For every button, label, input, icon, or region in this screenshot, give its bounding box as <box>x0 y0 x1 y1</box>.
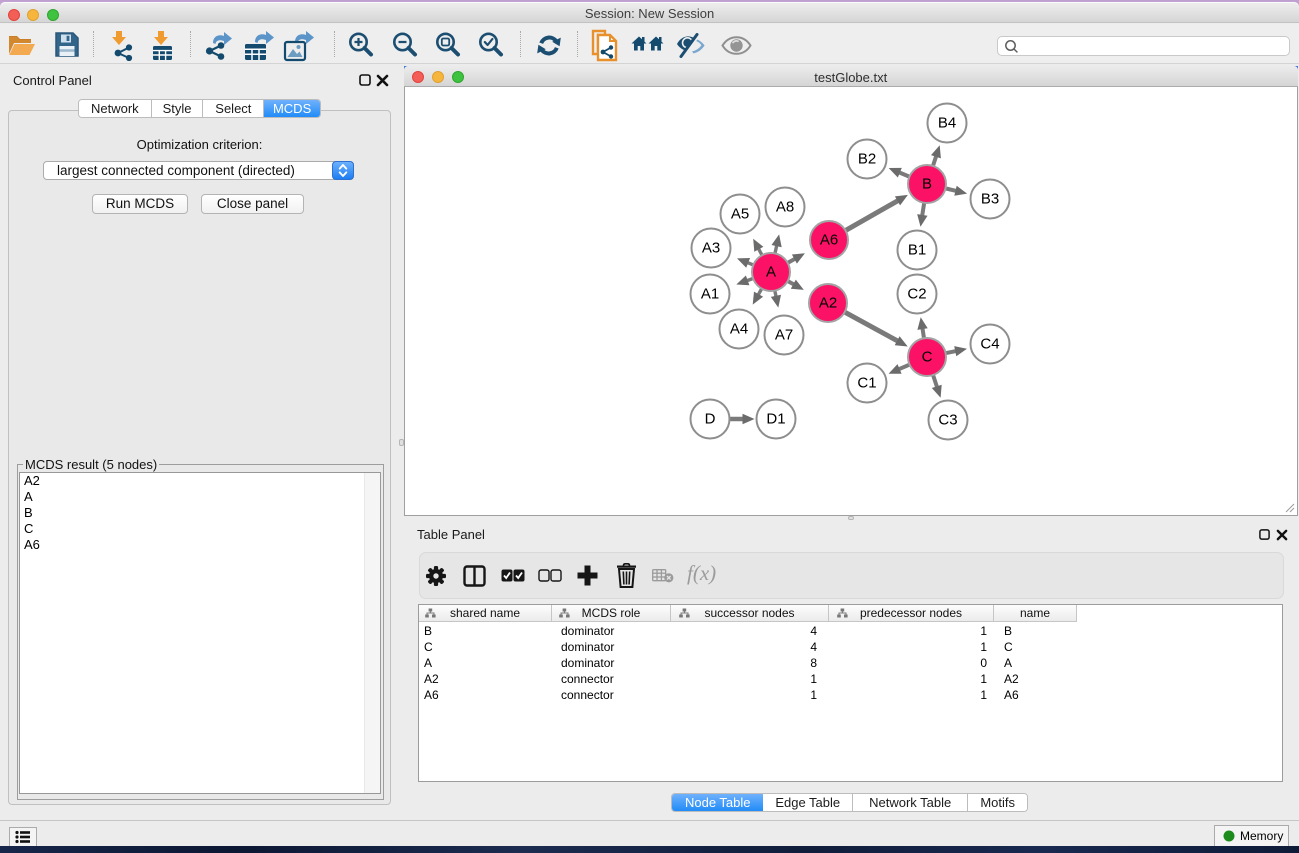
svg-text:B3: B3 <box>980 191 998 208</box>
svg-text:C4: C4 <box>980 336 999 353</box>
svg-text:C: C <box>921 349 932 366</box>
svg-text:B4: B4 <box>937 115 955 132</box>
svg-text:B2: B2 <box>857 151 875 168</box>
svg-text:A2: A2 <box>818 295 836 312</box>
svg-text:A6: A6 <box>819 232 837 249</box>
svg-text:A1: A1 <box>700 286 718 303</box>
svg-text:C3: C3 <box>938 412 957 429</box>
svg-text:A3: A3 <box>701 240 719 257</box>
svg-text:B: B <box>921 176 931 193</box>
svg-text:D1: D1 <box>766 411 785 428</box>
svg-text:C2: C2 <box>907 286 926 303</box>
svg-text:A7: A7 <box>774 327 792 344</box>
svg-text:D: D <box>704 411 715 428</box>
svg-text:A8: A8 <box>775 199 793 216</box>
svg-text:C1: C1 <box>857 375 876 392</box>
svg-text:A5: A5 <box>730 206 748 223</box>
svg-text:B1: B1 <box>907 242 925 259</box>
svg-text:A: A <box>765 264 775 281</box>
svg-text:A4: A4 <box>729 321 747 338</box>
